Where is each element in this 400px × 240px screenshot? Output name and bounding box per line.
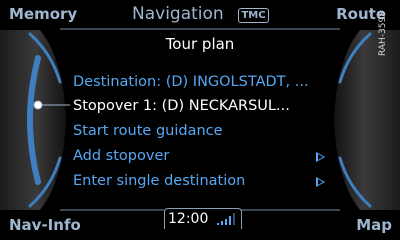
- tmc-badge: TMC: [238, 8, 269, 23]
- memory-soft-key[interactable]: Memory: [9, 7, 77, 22]
- clock: 12:00: [168, 211, 209, 227]
- mmi-navigation-screen: Memory Navigation TMC Route RAH-3598 Tou…: [0, 0, 400, 240]
- submenu-arrow-icon: [316, 177, 325, 187]
- nav-info-soft-key[interactable]: Nav-Info: [9, 218, 81, 233]
- selection-dot-icon: [33, 100, 43, 110]
- menu-item-enter-single-destination[interactable]: Enter single destination: [73, 174, 338, 189]
- menu-item-stopover-1[interactable]: Stopover 1: (D) NECKARSUL...: [73, 99, 338, 114]
- menu-item-start-route-guidance[interactable]: Start route guidance: [73, 124, 338, 139]
- submenu-arrow-icon: [316, 152, 325, 162]
- mode-title: Navigation: [132, 4, 224, 24]
- menu-item-add-stopover[interactable]: Add stopover: [73, 149, 338, 164]
- menu-item-destination[interactable]: Destination: (D) INGOLSTADT, ...: [73, 75, 338, 90]
- status-bar: 12:00: [164, 208, 242, 229]
- signal-strength-icon: [217, 213, 235, 225]
- panel-title: Tour plan: [165, 35, 235, 53]
- map-soft-key[interactable]: Map: [356, 218, 392, 233]
- right-bezel: [334, 30, 400, 210]
